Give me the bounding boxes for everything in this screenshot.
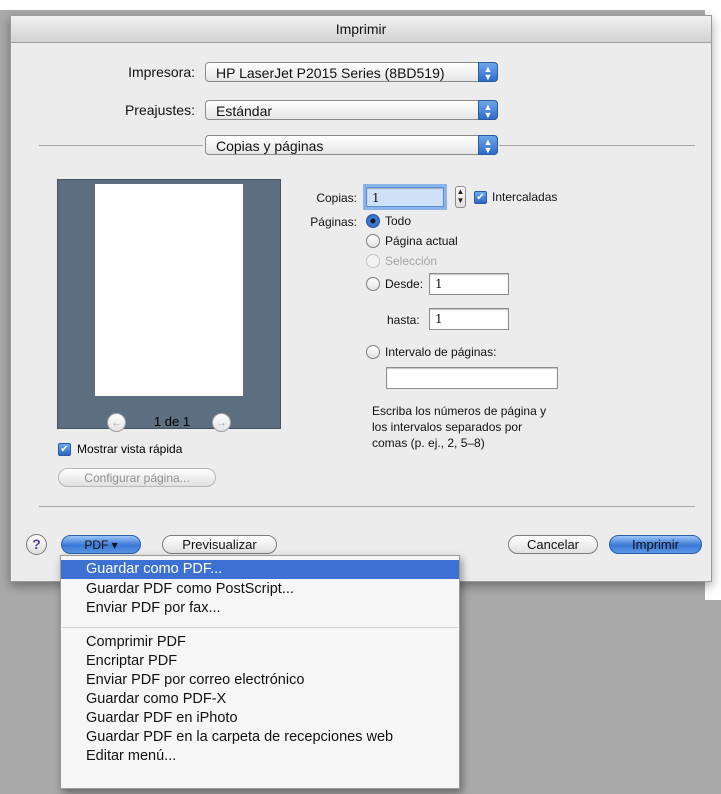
left-arrow-icon: ← xyxy=(111,418,122,429)
collated-checkbox[interactable]: ✔ xyxy=(474,191,487,204)
panel-popup[interactable]: Copias y páginas ▲ ▼ xyxy=(205,135,498,155)
menu-item-save-pdf-as-postscript[interactable]: Guardar PDF como PostScript... xyxy=(61,580,459,599)
up-down-arrows-icon: ▲ ▼ xyxy=(478,135,498,155)
pages-hint-line: los intervalos separados por xyxy=(372,420,523,434)
copies-field[interactable]: 1 xyxy=(366,187,444,207)
next-page-button[interactable]: → xyxy=(212,413,231,432)
help-button[interactable]: ? xyxy=(26,534,47,555)
pages-from-label: Desde: xyxy=(385,277,424,291)
show-quick-preview-label: Mostrar vista rápida xyxy=(77,442,183,456)
pages-from-field[interactable]: 1 xyxy=(429,273,509,295)
pages-range-radio[interactable] xyxy=(366,345,380,359)
pages-hint-line: Escriba los números de página y xyxy=(372,404,547,418)
pages-current-radio[interactable] xyxy=(366,234,380,248)
print-dialog: Imprimir Impresora: HP LaserJet P2015 Se… xyxy=(10,15,712,582)
presets-popup[interactable]: Estándar ▲ ▼ xyxy=(205,100,498,120)
up-down-arrows-icon: ▲ ▼ xyxy=(478,62,498,82)
presets-label: Preajustes: xyxy=(124,102,195,118)
menu-item-save-as-pdf-x[interactable]: Guardar como PDF-X xyxy=(61,690,459,709)
pages-selection-radio xyxy=(366,254,380,268)
pages-to-field[interactable]: 1 xyxy=(429,308,509,330)
previous-page-button[interactable]: ← xyxy=(107,413,126,432)
separator-line xyxy=(39,145,203,146)
pages-label: Páginas: xyxy=(310,215,357,229)
print-button[interactable]: Imprimir xyxy=(609,535,702,554)
menu-item-compress-pdf[interactable]: Comprimir PDF xyxy=(61,633,459,652)
pages-all-radio[interactable] xyxy=(366,214,380,228)
dialog-title: Imprimir xyxy=(11,16,711,43)
pdf-menu-button[interactable]: PDF ▾ xyxy=(61,535,141,554)
page-preview-sheet xyxy=(95,184,243,396)
preview-button[interactable]: Previsualizar xyxy=(162,535,277,554)
printer-popup[interactable]: HP LaserJet P2015 Series (8BD519) ▲ ▼ xyxy=(205,62,498,82)
printer-value: HP LaserJet P2015 Series (8BD519) xyxy=(216,65,445,81)
pages-all-label: Todo xyxy=(385,214,412,228)
show-quick-preview-checkbox[interactable]: ✔ xyxy=(58,443,71,456)
menu-item-edit-menu[interactable]: Editar menú... xyxy=(61,747,459,766)
desktop-background xyxy=(0,0,721,10)
menu-item-save-pdf-to-iphoto[interactable]: Guardar PDF en iPhoto xyxy=(61,709,459,728)
up-down-arrows-icon: ▲ ▼ xyxy=(478,100,498,120)
menu-item-fax-pdf[interactable]: Enviar PDF por fax... xyxy=(61,599,459,618)
copies-stepper[interactable]: ▲ ▼ xyxy=(455,186,466,208)
page-indicator: 1 de 1 xyxy=(153,414,191,429)
checkmark-icon: ✔ xyxy=(476,192,485,203)
separator-line xyxy=(39,506,695,507)
menu-item-save-as-pdf[interactable]: Guardar como PDF... xyxy=(61,560,459,579)
page-setup-button[interactable]: Configurar página... xyxy=(58,468,216,487)
pages-to-label: hasta: xyxy=(387,313,420,327)
panel-value: Copias y páginas xyxy=(216,138,324,154)
pages-current-label: Página actual xyxy=(385,234,458,248)
presets-value: Estándar xyxy=(216,103,273,119)
menu-item-save-pdf-to-web-receipts[interactable]: Guardar PDF en la carpeta de recepciones… xyxy=(61,728,459,747)
menu-item-encrypt-pdf[interactable]: Encriptar PDF xyxy=(61,652,459,671)
printer-label: Impresora: xyxy=(128,64,195,80)
pages-range-label: Intervalo de páginas: xyxy=(385,345,497,359)
cancel-button[interactable]: Cancelar xyxy=(508,535,598,554)
pages-selection-label: Selección xyxy=(385,254,438,268)
copies-label: Copias: xyxy=(316,191,357,205)
pages-from-radio[interactable] xyxy=(366,277,380,291)
pdf-dropdown-menu: Guardar como PDF... Guardar PDF como Pos… xyxy=(60,555,460,789)
menu-separator xyxy=(62,627,458,628)
pages-range-field[interactable] xyxy=(386,367,558,389)
pages-hint-line: comas (p. ej., 2, 5–8) xyxy=(372,436,485,450)
collated-label: Intercaladas xyxy=(492,190,558,204)
menu-item-mail-pdf[interactable]: Enviar PDF por correo electrónico xyxy=(61,671,459,690)
separator-line xyxy=(499,145,695,146)
checkmark-icon: ✔ xyxy=(60,444,69,455)
right-arrow-icon: → xyxy=(216,418,227,429)
